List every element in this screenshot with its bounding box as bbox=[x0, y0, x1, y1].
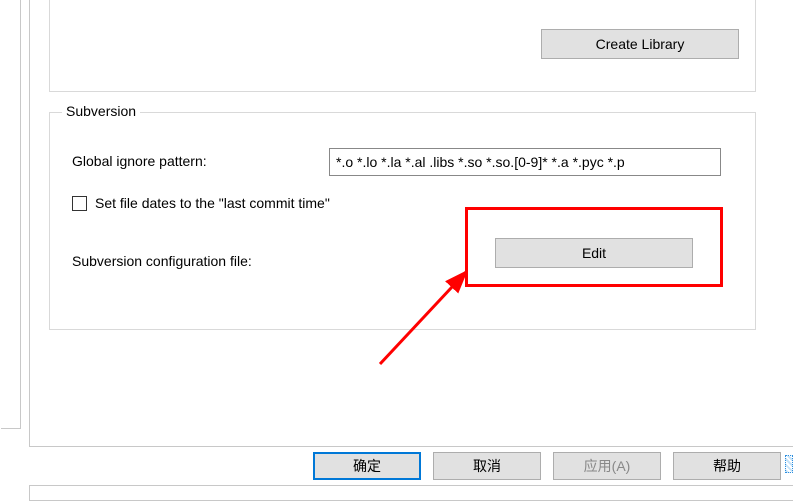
dialog-footer: 确定 取消 应用(A) 帮助 bbox=[29, 446, 793, 486]
help-button[interactable]: 帮助 bbox=[673, 452, 781, 480]
config-file-label: Subversion configuration file: bbox=[72, 253, 252, 269]
window-resize-hint-icon bbox=[785, 455, 793, 473]
background-window-fragment bbox=[1, 0, 21, 429]
ok-button[interactable]: 确定 bbox=[313, 452, 421, 480]
library-group: Create Library bbox=[49, 0, 756, 92]
subversion-group: Subversion Global ignore pattern: Set fi… bbox=[49, 112, 756, 330]
checkbox-icon[interactable] bbox=[72, 196, 87, 211]
cancel-button[interactable]: 取消 bbox=[433, 452, 541, 480]
dialog-left-edge bbox=[29, 0, 30, 501]
create-library-button[interactable]: Create Library bbox=[541, 29, 739, 59]
apply-button[interactable]: 应用(A) bbox=[553, 452, 661, 480]
last-commit-time-option[interactable]: Set file dates to the "last commit time" bbox=[72, 195, 330, 211]
subversion-legend: Subversion bbox=[62, 103, 140, 119]
last-commit-time-label: Set file dates to the "last commit time" bbox=[95, 195, 330, 211]
edit-config-button[interactable]: Edit bbox=[495, 238, 693, 268]
global-ignore-input[interactable] bbox=[329, 148, 721, 176]
global-ignore-label: Global ignore pattern: bbox=[72, 153, 207, 169]
